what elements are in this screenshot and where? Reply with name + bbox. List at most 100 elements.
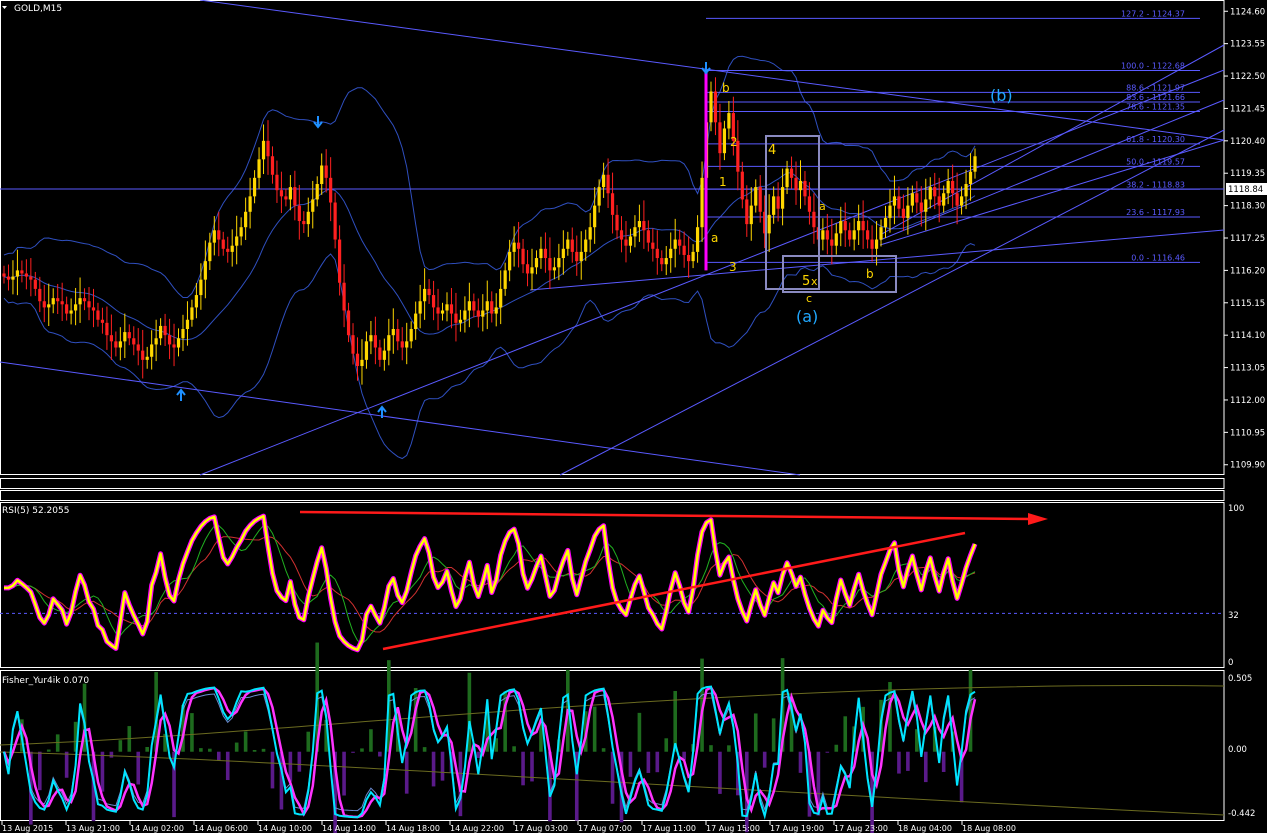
candle-body (163, 325, 167, 336)
price-tick-label: 1116.20 (1230, 266, 1265, 276)
candle-body (494, 307, 498, 314)
fisher-histogram-bar (664, 738, 669, 752)
candle-body (396, 329, 400, 342)
candle-body (391, 329, 395, 336)
candle-body (42, 301, 46, 308)
candle-body (490, 301, 494, 314)
candle-body (955, 193, 959, 206)
candle-body (244, 211, 248, 228)
candle-body (508, 251, 512, 271)
price-tick-label: 1114.10 (1230, 331, 1265, 341)
candle-body (780, 187, 785, 209)
price-tick-label: 1120.40 (1230, 137, 1265, 147)
fisher-histogram-bar (422, 747, 427, 752)
candle-body (6, 276, 11, 280)
candle-body (628, 236, 633, 246)
candle-body (821, 230, 825, 240)
fisher-histogram-bar (378, 751, 382, 757)
fisher-histogram-bar (190, 713, 194, 752)
time-tick-label: 14 Aug 22:00 (450, 824, 504, 833)
fisher-histogram-bar (655, 751, 660, 773)
candle-body (521, 248, 525, 265)
candle-body (257, 159, 261, 178)
candle-body (968, 171, 973, 185)
candle-body (190, 307, 194, 320)
fisher-histogram-bar (64, 751, 69, 778)
candle-body (329, 177, 333, 203)
candle-body (342, 282, 346, 311)
candle-body (230, 245, 234, 252)
candle-body (15, 270, 20, 277)
time-tick-label: 17 Aug 23:00 (834, 824, 888, 833)
candle-body (109, 335, 113, 342)
time-tick-label: 14 Aug 06:00 (194, 824, 248, 833)
candle-body (758, 187, 762, 212)
candle-body (700, 177, 704, 228)
fisher-histogram-bar (834, 744, 839, 752)
time-tick-label: 17 Aug 11:00 (642, 824, 696, 833)
time-tick-label: 17 Aug 15:00 (706, 824, 760, 833)
candle-body (65, 304, 69, 314)
fib-level-label: 50.0 - 1119.57 (1126, 157, 1185, 166)
candle-body (431, 295, 436, 308)
candle-body (118, 341, 122, 348)
candle-body (830, 239, 834, 246)
candle-body (252, 177, 257, 197)
candle-body (722, 128, 727, 154)
candle-body (718, 122, 722, 154)
candle-body (857, 221, 861, 231)
fisher-histogram-bar (941, 751, 946, 772)
candle-body (293, 187, 297, 206)
candle-body (942, 193, 946, 206)
candle-body (852, 230, 856, 240)
fisher-histogram-bar (628, 751, 633, 777)
fisher-histogram-bar (360, 748, 364, 752)
price-tick-label: 1110.95 (1230, 428, 1265, 438)
candle-body (924, 199, 928, 212)
candle-body (740, 171, 744, 200)
candle-body (516, 242, 521, 249)
candle-body (534, 258, 539, 268)
price-axis: 1124.60 1123.55 1122.50 1121.45 1120.40 1119.… (1224, 7, 1265, 471)
rsi-title: RSI(5) 52.2055 (2, 506, 69, 516)
candle-body (199, 279, 203, 296)
chart-window[interactable]: 127.2 - 1124.37 100.0 - 1122.68 88.6 - 112… (0, 0, 1267, 833)
candle-body (248, 196, 252, 212)
time-tick-label: 14 Aug 14:00 (322, 824, 376, 833)
candle-body (883, 217, 888, 228)
price-tick-label: 1124.60 (1230, 7, 1265, 17)
candle-body (655, 248, 659, 259)
fisher-histogram-bar (199, 748, 203, 752)
candle-body (794, 177, 798, 191)
candle-body (405, 341, 409, 348)
candle-body (212, 230, 216, 243)
candle-body (467, 301, 471, 311)
candle-body (423, 288, 427, 302)
candle-body (937, 196, 941, 206)
candle-body (154, 338, 158, 345)
candle-body (888, 205, 892, 218)
candle-body (297, 205, 301, 222)
candle-body (597, 187, 601, 206)
candle-body (226, 248, 230, 252)
fisher-histogram-bar (843, 716, 848, 752)
candle-body (539, 248, 543, 259)
candle-body (619, 230, 624, 240)
price-tick-label: 1117.25 (1230, 234, 1265, 244)
fisher-histogram-bar (145, 746, 149, 752)
candle-body (579, 251, 583, 262)
candle-body (624, 239, 628, 246)
fib-level-label: 0.0 - 1116.46 (1131, 253, 1185, 262)
candle-body (727, 113, 731, 129)
candle-body (481, 310, 485, 317)
candle-body (78, 298, 82, 305)
wave-label-a-mid: a (819, 200, 826, 213)
candle-body (615, 214, 619, 231)
wave-label-5: 5 (802, 274, 810, 289)
candle-body (369, 335, 373, 342)
fisher-histogram-bar (897, 751, 901, 774)
candle-body (749, 205, 753, 225)
candle-body (150, 344, 154, 357)
fisher-histogram-bar (923, 751, 928, 783)
candle-body (167, 335, 172, 345)
